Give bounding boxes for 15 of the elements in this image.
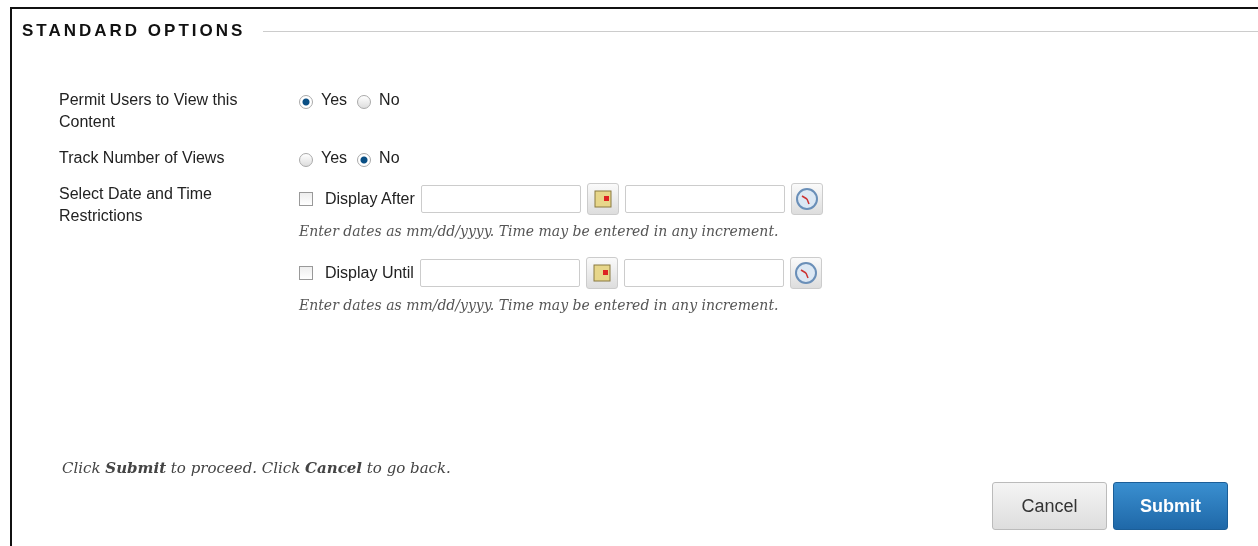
radio-label: No <box>379 148 400 168</box>
hint-text: Enter dates as mm/dd/yyyy. Time may be entered in any increment. <box>299 223 780 239</box>
checkbox-label: Display Until <box>325 264 414 282</box>
instruction-text: Click Submit to proceed. Click Cancel to go back. <box>62 459 451 479</box>
section-title: STANDARD OPTIONS <box>22 21 246 41</box>
radio-label: Yes <box>321 148 348 168</box>
radio-label: Yes <box>321 90 348 110</box>
option-label: Select Date and Time Restrictions <box>59 184 213 226</box>
submit-button[interactable]: Submit <box>1113 482 1228 530</box>
option-label: Track Number of Views <box>59 148 226 168</box>
cancel-button[interactable]: Cancel <box>992 482 1107 530</box>
checkbox-label: Display After <box>325 190 415 208</box>
hint-text: Enter dates as mm/dd/yyyy. Time may be entered in any increment. <box>299 297 780 313</box>
radio-label: No <box>379 90 400 110</box>
option-label: Permit Users to View this Content <box>59 90 239 132</box>
